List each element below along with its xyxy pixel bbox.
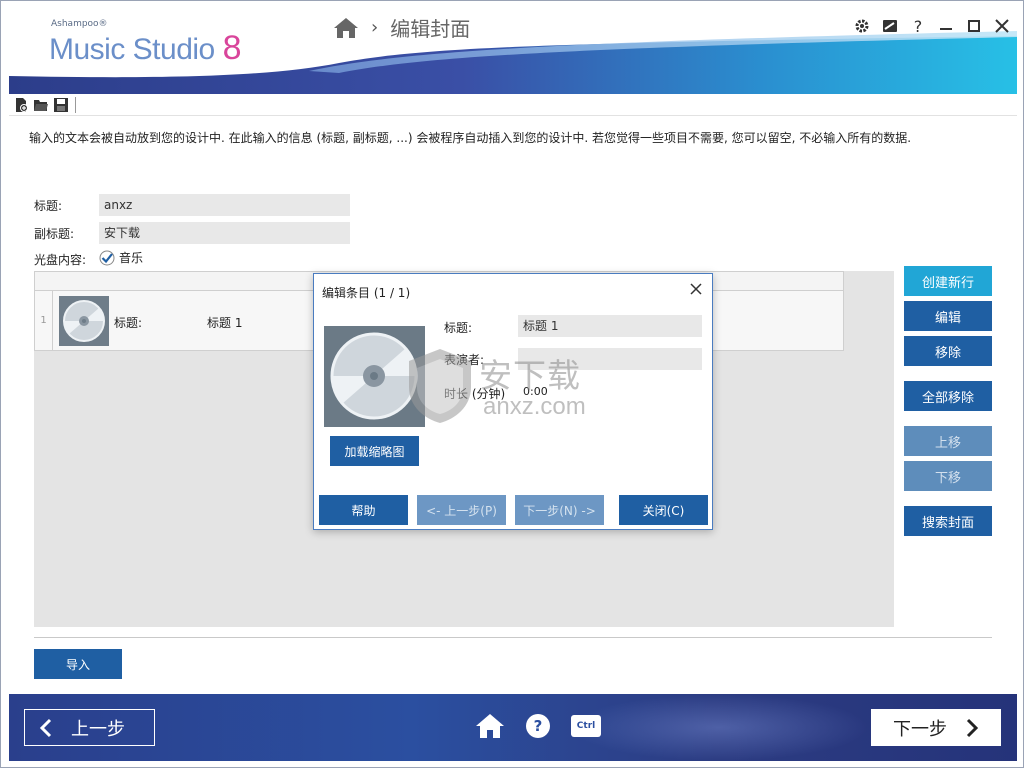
page-title: 编辑封面 [390,17,471,41]
brand-name: Music Studio [49,33,215,66]
next-step-label: 下一步 [893,718,947,740]
footer-bar: 上一步 ? Ctrl 下一步 [9,694,1017,761]
minimize-icon[interactable] [937,17,955,35]
dialog-prev-button[interactable]: <- 上一步(P) [417,495,506,525]
open-folder-icon[interactable] [33,97,49,113]
title-input[interactable]: anxz [99,194,350,216]
help-icon[interactable]: ? [909,17,927,36]
next-step-button[interactable]: 下一步 [871,709,1001,746]
remove-all-button[interactable]: 全部移除 [904,381,992,411]
dialog-title-label: 标题: [444,321,473,335]
close-icon[interactable] [993,17,1011,35]
load-thumbnail-button[interactable]: 加载缩略图 [330,436,419,466]
disc-thumbnail-icon [59,296,109,346]
svg-text:?: ? [534,717,543,735]
move-down-button[interactable]: 下移 [904,461,992,491]
dialog-close-button[interactable]: 关闭(C) [619,495,708,525]
brand-version: 8 [222,29,242,67]
music-checkbox[interactable] [99,250,115,266]
dialog-next-button[interactable]: 下一步(N) -> [515,495,604,525]
row-title-label: 标题: [114,316,143,330]
shield-logo-icon [409,349,471,423]
toolbar [9,94,1017,116]
row-number: 1 [35,291,53,350]
ctrl-key-icon[interactable]: Ctrl [571,715,601,737]
chevron-right-icon [966,718,979,737]
footer-icons: ? Ctrl [475,712,601,740]
dialog-title: 编辑条目 (1 / 1) [322,286,411,300]
app-window: Ashampoo® Music Studio 8 › 编辑封面 ? 输入的文本会… [0,0,1024,768]
watermark: 安下载 anxz.com [405,347,635,427]
maximize-icon[interactable] [965,17,983,35]
chevron-left-icon [39,718,52,737]
dialog-title-input[interactable]: 标题 1 [518,315,702,337]
create-row-button[interactable]: 创建新行 [904,266,992,296]
new-file-icon[interactable] [13,97,29,113]
row-title-value: 标题 1 [207,316,243,330]
prev-step-label: 上一步 [71,718,125,740]
dialog-help-button[interactable]: 帮助 [319,495,408,525]
import-button[interactable]: 导入 [34,649,122,679]
brand-small: Ashampoo® [51,19,108,29]
app-logo: Music Studio 8 [49,29,242,68]
home-icon[interactable] [475,712,505,740]
divider [34,637,992,638]
subtitle-input[interactable]: 安下载 [99,222,350,244]
subtitle-label: 副标题: [34,227,75,241]
move-up-button[interactable]: 上移 [904,426,992,456]
window-controls: ? [853,17,1011,36]
header: Ashampoo® Music Studio 8 › 编辑封面 ? [9,1,1017,94]
gear-icon[interactable] [853,17,871,35]
home-icon[interactable] [333,16,359,40]
help-circle-icon[interactable]: ? [523,712,553,740]
breadcrumb: › 编辑封面 [333,13,470,42]
watermark-url: anxz.com [483,393,586,420]
remove-button[interactable]: 移除 [904,336,992,366]
edit-button[interactable]: 编辑 [904,301,992,331]
info-text: 输入的文本会被自动放到您的设计中. 在此输入的信息 (标题, 副标题, ...)… [29,131,912,145]
toolbar-divider [75,96,76,113]
close-icon[interactable] [688,281,704,297]
music-checkbox-label: 音乐 [119,251,144,265]
save-icon[interactable] [53,97,69,113]
search-cover-button[interactable]: 搜索封面 [904,506,992,536]
prev-step-button[interactable]: 上一步 [24,709,155,746]
skin-icon[interactable] [881,17,899,35]
title-label: 标题: [34,199,63,213]
footer-glow [569,694,869,761]
watermark-text: 安下载 [479,356,581,395]
disc-content-label: 光盘内容: [34,253,87,267]
music-checkbox-row[interactable]: 音乐 [99,249,143,266]
chevron-right-icon: › [371,17,379,38]
